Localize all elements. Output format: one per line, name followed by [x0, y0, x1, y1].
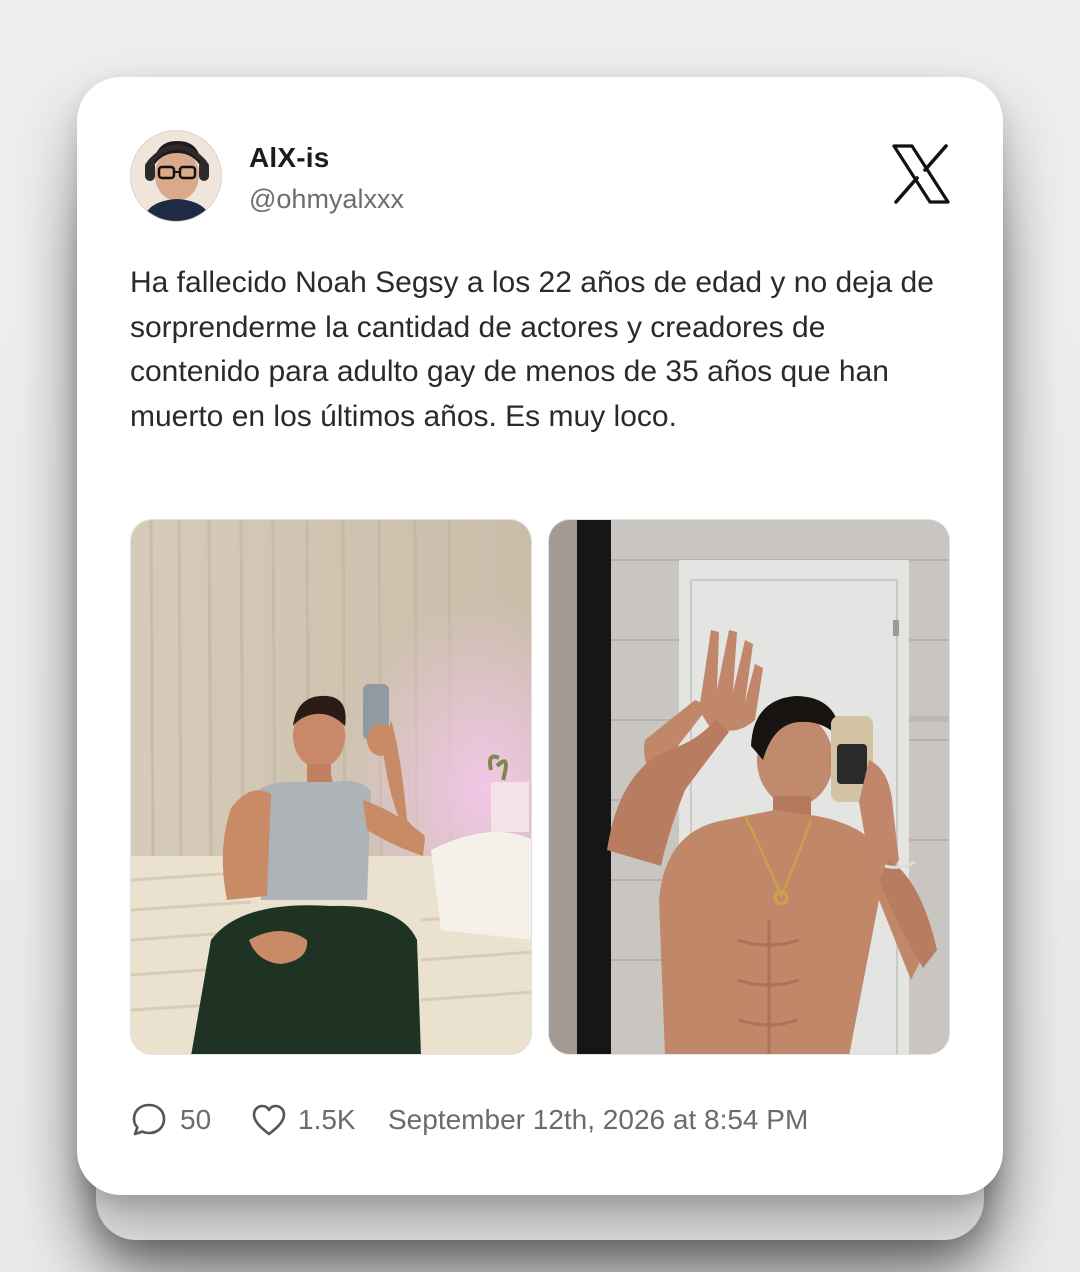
tweet-footer: 50 1.5K September 12th, 2026 at 8:54 PM: [130, 1097, 960, 1143]
comment-count: 50: [180, 1104, 212, 1135]
tweet-text: Ha fallecido Noah Segsy a los 22 años de…: [130, 266, 934, 433]
like-count: 1.5K: [298, 1104, 356, 1135]
media-grid: [130, 519, 950, 1055]
comments-metric[interactable]: 50: [130, 1097, 211, 1143]
timestamp-text: September 12th, 2026 at 8:54 PM: [388, 1104, 809, 1135]
photo-right-image: [549, 520, 949, 1054]
avatar[interactable]: [130, 130, 222, 222]
avatar-image: [131, 131, 221, 221]
author-name[interactable]: AlX-is: [249, 142, 330, 174]
photo-left-image: [131, 520, 531, 1054]
x-logo-icon[interactable]: [892, 144, 950, 204]
heart-icon: [250, 1101, 288, 1139]
likes-metric[interactable]: 1.5K: [250, 1097, 356, 1143]
comment-icon: [130, 1101, 168, 1139]
author-handle[interactable]: @ohmyalxxx: [249, 184, 404, 215]
photo-right[interactable]: [548, 519, 950, 1055]
tweet-card: AlX-is @ohmyalxxx Ha fallecido Noah Segs…: [77, 77, 1003, 1195]
tweet-header: AlX-is @ohmyalxxx: [130, 130, 950, 222]
photo-left[interactable]: [130, 519, 532, 1055]
timestamp[interactable]: September 12th, 2026 at 8:54 PM: [388, 1097, 808, 1143]
